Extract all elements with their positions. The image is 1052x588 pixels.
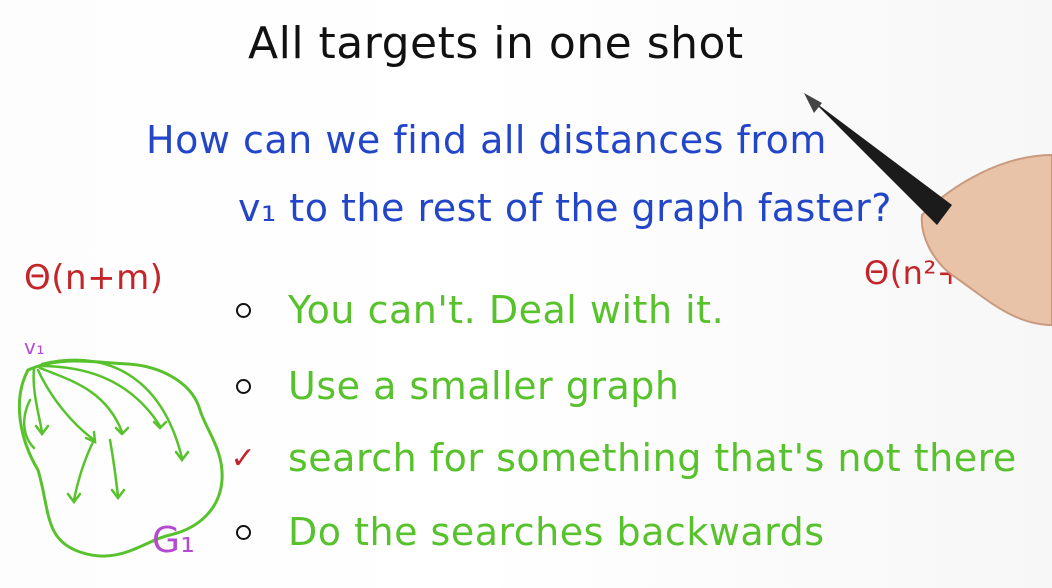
option-1-label: You can't. Deal with it.: [288, 288, 725, 332]
graph-sketch: [17, 358, 224, 558]
question-line-1: How can we find all distances from: [146, 118, 827, 162]
slide-title: All targets in one shot: [248, 18, 744, 69]
graph-label-g1: G₁: [152, 520, 196, 561]
option-4-label: Do the searches backwards: [288, 510, 825, 554]
complexity-right: Θ(n²+nm): [864, 254, 1030, 292]
graph-edges: [22, 358, 184, 502]
question-line-2: v₁ to the rest of the graph faster?: [238, 186, 892, 230]
option-2-label: Use a smaller graph: [288, 364, 680, 408]
whiteboard: All targets in one shot How can we find …: [0, 0, 1052, 588]
option-3[interactable]: ✓ search for something that's not there: [230, 436, 1017, 480]
circle-bullet-icon: [232, 299, 254, 321]
hand-shape: [920, 153, 1052, 327]
option-4[interactable]: Do the searches backwards: [232, 510, 825, 554]
option-2[interactable]: Use a smaller graph: [232, 364, 679, 408]
pen-tip: [804, 93, 822, 113]
option-1[interactable]: You can't. Deal with it.: [232, 288, 724, 332]
vertex-label-v1: v₁: [24, 335, 45, 359]
complexity-left: Θ(n+m): [24, 258, 164, 298]
option-3-label: search for something that's not there: [288, 436, 1017, 480]
arrowheads: [34, 420, 190, 505]
